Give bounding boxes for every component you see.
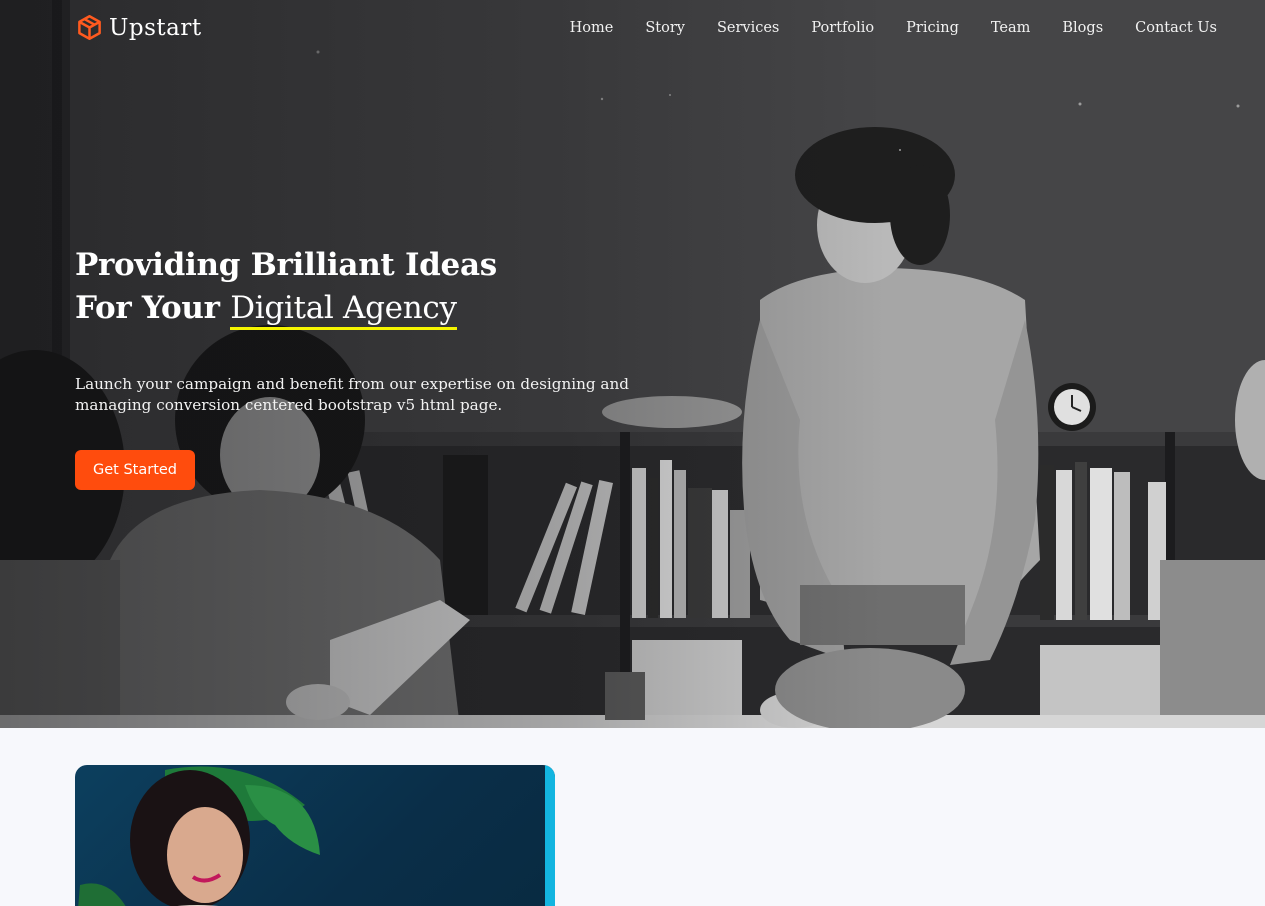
headline-line-1: Providing Brilliant Ideas: [75, 247, 497, 283]
nav-item-home[interactable]: Home: [570, 20, 614, 36]
about-section: [0, 728, 1265, 906]
hero-lead: Launch your campaign and benefit from ou…: [75, 375, 629, 414]
headline-line-2-prefix: For Your: [75, 290, 231, 326]
nav-item-team[interactable]: Team: [991, 20, 1031, 36]
hero-section: Upstart Home Story Services Portfolio Pr…: [0, 0, 1265, 728]
about-image-card: [75, 765, 555, 906]
nav-item-services[interactable]: Services: [717, 20, 779, 36]
navbar: Upstart Home Story Services Portfolio Pr…: [0, 0, 1265, 62]
nav-item-blogs[interactable]: Blogs: [1062, 20, 1103, 36]
brand-link[interactable]: Upstart: [76, 14, 202, 41]
cube-logo-icon: [78, 15, 101, 40]
nav-item-pricing[interactable]: Pricing: [906, 20, 959, 36]
about-photo: [78, 766, 320, 906]
brand-name: Upstart: [109, 14, 202, 41]
hero-copy: Providing Brilliant Ideas For Your Digit…: [75, 244, 655, 490]
card-accent-edge: [545, 765, 555, 906]
nav-item-portfolio[interactable]: Portfolio: [811, 20, 874, 36]
get-started-button[interactable]: Get Started: [75, 450, 195, 490]
hero-headline: Providing Brilliant Ideas For Your Digit…: [75, 244, 655, 330]
nav-item-story[interactable]: Story: [645, 20, 685, 36]
headline-accent: Digital Agency: [230, 290, 457, 330]
nav-item-contact[interactable]: Contact Us: [1135, 20, 1217, 36]
main-nav: Home Story Services Portfolio Pricing Te…: [570, 20, 1217, 36]
